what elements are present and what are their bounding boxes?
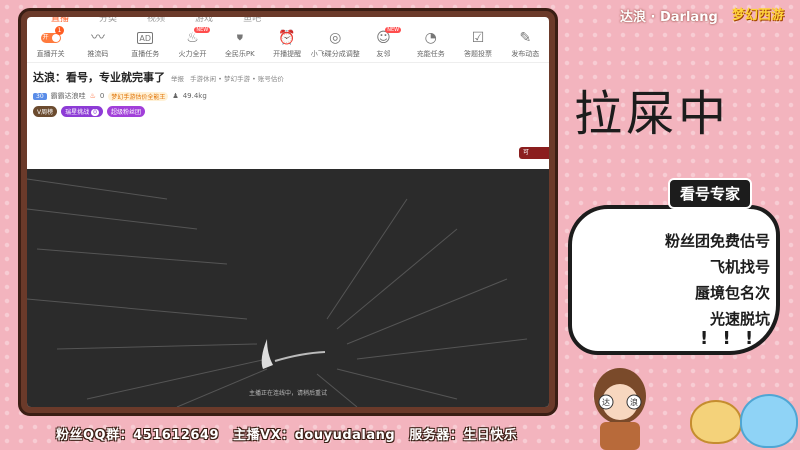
new-badge: NEW bbox=[194, 27, 211, 33]
service-item: 蜃境包名次 bbox=[694, 284, 770, 302]
stream-screen-frame: 直播 分类 视频 游戏 鱼吧 开 1 直播开关 〰 推流码 AD 直播任务 NE… bbox=[18, 8, 558, 416]
expert-title: 看号专家 bbox=[668, 178, 753, 209]
edit-icon: ✎ bbox=[519, 30, 532, 46]
nav-item[interactable]: 分类 bbox=[99, 17, 117, 27]
fire-icon: ♨ bbox=[89, 92, 96, 100]
video-status: 主播正在连线中，请稍后重试 bbox=[248, 390, 327, 397]
streamer-name[interactable]: 霸霸达浪哇 bbox=[51, 91, 86, 101]
tool-post[interactable]: ✎ 发布动态 bbox=[502, 29, 549, 62]
avatar-tag-left: 达 bbox=[602, 397, 610, 407]
nav-item[interactable]: 游戏 bbox=[195, 17, 213, 27]
game-logo: 梦幻西游 bbox=[732, 8, 785, 23]
status-text: 拉屎中 bbox=[574, 86, 731, 142]
ad-icon: AD bbox=[137, 32, 154, 44]
star-challenge-pill[interactable]: 瑞星挑战 0 bbox=[61, 106, 103, 117]
notification-badge: 1 bbox=[55, 26, 64, 35]
tool-live-tasks[interactable]: AD 直播任务 bbox=[122, 29, 169, 62]
exclamation-marks: ! ! ! bbox=[700, 328, 758, 349]
avatar-tag-right: 浪 bbox=[630, 397, 638, 407]
service-item: 粉丝团免费估号 bbox=[664, 232, 770, 250]
video-player[interactable]: 主播正在连线中，请稍后重试 bbox=[27, 169, 549, 407]
tool-live-reminder[interactable]: ⏰ 开播提醒 bbox=[263, 29, 310, 62]
mascot-blue bbox=[740, 394, 798, 448]
room-title: 达浪：看号，专业就完事了 bbox=[33, 71, 165, 84]
nav-item[interactable]: 鱼吧 bbox=[243, 17, 261, 27]
ufo-icon: ◎ bbox=[329, 30, 342, 46]
tool-friends[interactable]: NEW ☺ 友邻 bbox=[360, 27, 407, 62]
follower-count: 49.4kg bbox=[182, 92, 207, 100]
streamer-toolbar: 开 1 直播开关 〰 推流码 AD 直播任务 NEW ♨ 火力全开 ⛊ 全民乐P… bbox=[27, 26, 549, 63]
room-category[interactable]: 手游休闲 • 梦幻手游 • 账号估价 bbox=[190, 73, 284, 83]
service-item: 飞机找号 bbox=[709, 258, 770, 276]
tool-pk[interactable]: ⛊ 全民乐PK bbox=[216, 29, 263, 62]
top-nav: 直播 分类 视频 游戏 鱼吧 bbox=[27, 17, 549, 27]
weekly-rank-pill[interactable]: V周榜 bbox=[33, 106, 58, 117]
tool-vote[interactable]: ☑ 答题投票 bbox=[454, 29, 501, 62]
tool-charge-tasks[interactable]: ◔ 充能任务 bbox=[407, 29, 454, 62]
waveform-icon: 〰 bbox=[90, 30, 105, 46]
service-list: 粉丝团免费估号 飞机找号 蜃境包名次 光速脱坑 bbox=[610, 228, 770, 332]
browser-screen: 直播 分类 视频 游戏 鱼吧 开 1 直播开关 〰 推流码 AD 直播任务 NE… bbox=[27, 17, 549, 407]
alarm-icon: ⏰ bbox=[278, 30, 296, 46]
level-badge: 30 bbox=[33, 92, 47, 100]
tool-live-switch[interactable]: 开 1 直播开关 bbox=[27, 26, 74, 62]
streamer-avatar: 达 浪 bbox=[594, 368, 646, 450]
super-fan-pill[interactable]: 超级粉丝团 bbox=[106, 106, 145, 117]
follower-icon: ♟ bbox=[172, 92, 179, 100]
game-server: 服务器：生日快乐 bbox=[409, 428, 518, 443]
nav-item[interactable]: 视频 bbox=[147, 17, 165, 27]
fan-qq-group: 粉丝QQ群：451612649 bbox=[56, 428, 220, 443]
tool-stream-key[interactable]: 〰 推流码 bbox=[74, 29, 121, 62]
streamer-wechat: 主播VX：douyudalang bbox=[233, 428, 396, 443]
report-link[interactable]: 举报 bbox=[171, 73, 184, 83]
tool-ufo-share[interactable]: ◎ 小飞碟分成调整 bbox=[311, 29, 360, 62]
streamer-brand: 达浪 · Darlang bbox=[620, 10, 718, 25]
tool-full-fire[interactable]: NEW ♨ 火力全开 bbox=[169, 27, 216, 62]
bottom-info-bar: 粉丝QQ群：451612649 主播VX：douyudalang 服务器：生日快… bbox=[56, 424, 517, 443]
hot-count: 0 bbox=[99, 92, 105, 100]
mascot-yellow bbox=[690, 400, 742, 444]
speed-lines bbox=[27, 178, 528, 407]
honor-tag[interactable]: 梦幻手游估价全能王 bbox=[108, 91, 169, 101]
vote-icon: ☑ bbox=[471, 30, 485, 46]
new-badge: NEW bbox=[385, 27, 402, 33]
gauge-icon: ◔ bbox=[424, 30, 437, 46]
rocket-icon bbox=[261, 339, 273, 369]
room-info: 达浪：看号，专业就完事了 举报 手游休闲 • 梦幻手游 • 账号估价 30 霸霸… bbox=[27, 63, 549, 121]
corner-button[interactable]: 可 bbox=[519, 147, 549, 159]
pk-icon: ⛊ bbox=[236, 33, 243, 42]
